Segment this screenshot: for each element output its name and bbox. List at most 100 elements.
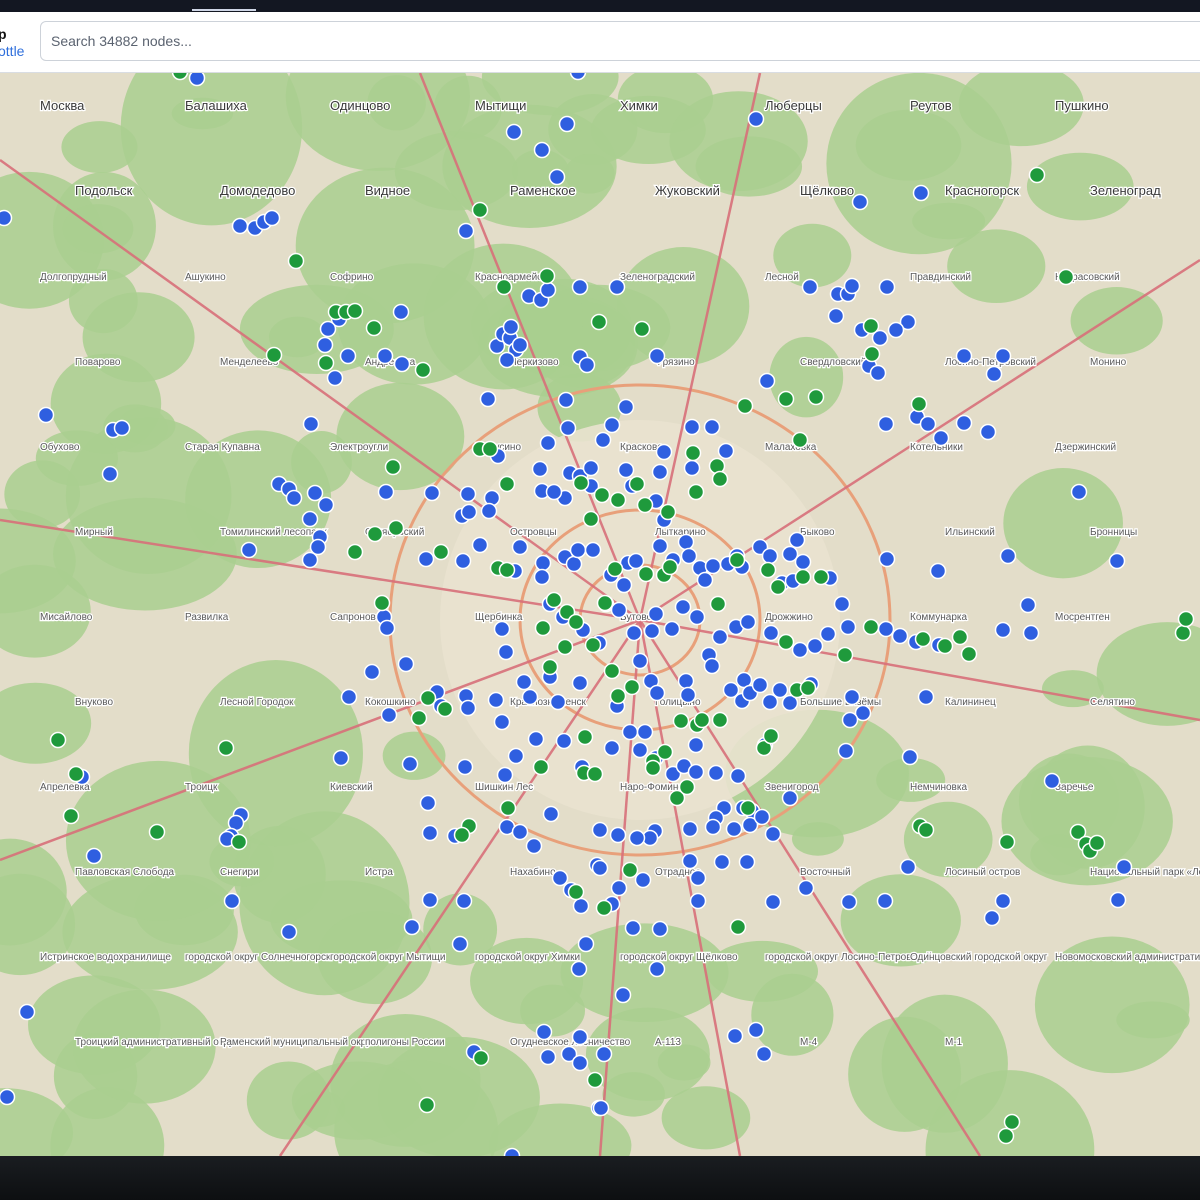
node-marker-blue xyxy=(521,688,539,706)
map-label: А-113 xyxy=(655,1037,681,1048)
node-marker-green xyxy=(572,474,590,492)
node-marker-green xyxy=(836,646,854,664)
node-marker-green xyxy=(1177,610,1195,628)
node-marker-blue xyxy=(571,1028,589,1046)
node-marker-green xyxy=(661,558,679,576)
node-marker-blue xyxy=(648,684,666,702)
node-marker-blue xyxy=(648,347,666,365)
node-marker-green xyxy=(62,807,80,825)
node-marker-blue xyxy=(1019,596,1037,614)
forest-area xyxy=(602,1072,665,1117)
node-marker-green xyxy=(807,388,825,406)
node-marker-green xyxy=(366,525,384,543)
node-marker-blue xyxy=(689,892,707,910)
map-label: Одинцово xyxy=(330,98,390,113)
node-marker-blue xyxy=(1108,552,1126,570)
map-label: Бронницы xyxy=(1090,527,1137,538)
node-marker-green xyxy=(1028,166,1046,184)
forest-area xyxy=(1070,287,1163,355)
brand-name: p xyxy=(0,26,7,42)
forest-area xyxy=(903,801,993,878)
node-marker-green xyxy=(684,444,702,462)
node-marker-green xyxy=(998,833,1016,851)
node-marker-green xyxy=(584,636,602,654)
map-view[interactable]: Москва Балашиха Одинцово Мытищи Химки Люберцы… xyxy=(0,73,1200,1156)
node-marker-blue xyxy=(819,625,837,643)
map-label: Жуковский xyxy=(655,183,720,198)
node-marker-blue xyxy=(711,628,729,646)
node-marker-green xyxy=(1088,834,1106,852)
map-label: Краснознаменск xyxy=(510,697,587,708)
node-marker-green xyxy=(910,395,928,413)
node-marker-green xyxy=(799,679,817,697)
node-marker-blue xyxy=(985,365,1003,383)
node-marker-blue xyxy=(841,711,859,729)
taskbar xyxy=(0,1156,1200,1200)
node-marker-blue xyxy=(827,307,845,325)
node-marker-blue xyxy=(496,766,514,784)
node-marker-green xyxy=(1174,624,1192,642)
node-marker-blue xyxy=(674,598,692,616)
node-marker-blue xyxy=(479,390,497,408)
node-marker-blue xyxy=(571,1054,589,1072)
node-marker-blue xyxy=(421,824,439,842)
node-marker-blue xyxy=(651,537,669,555)
node-marker-blue xyxy=(85,847,103,865)
node-marker-green xyxy=(567,613,585,631)
node-marker-blue xyxy=(101,465,119,483)
map-label: Раменское xyxy=(510,183,576,198)
node-marker-blue xyxy=(223,892,241,910)
node-marker-blue xyxy=(285,489,303,507)
node-marker-blue xyxy=(301,551,319,569)
node-marker-blue xyxy=(801,278,819,296)
node-marker-blue xyxy=(696,571,714,589)
map-label: Ильинский xyxy=(945,527,995,538)
node-marker-blue xyxy=(507,747,525,765)
map-label: М-1 xyxy=(945,1037,963,1048)
map-label: Мытищи xyxy=(475,98,526,113)
node-marker-green xyxy=(709,595,727,613)
node-marker-blue xyxy=(878,278,896,296)
node-marker-blue xyxy=(591,821,609,839)
node-marker-blue xyxy=(480,502,498,520)
node-marker-green xyxy=(499,799,517,817)
node-marker-green xyxy=(596,594,614,612)
map-canvas[interactable]: Москва Балашиха Одинцово Мытищи Химки Люберцы… xyxy=(0,73,1200,1156)
node-marker-green xyxy=(636,496,654,514)
node-marker-blue xyxy=(1022,624,1040,642)
node-marker-blue xyxy=(423,484,441,502)
node-marker-blue xyxy=(421,891,439,909)
app-header: p ottle xyxy=(0,12,1200,73)
map-label: Щёлково xyxy=(800,183,854,198)
node-marker-green xyxy=(317,354,335,372)
node-marker-blue xyxy=(525,837,543,855)
node-marker-green xyxy=(687,483,705,501)
node-marker-green xyxy=(917,821,935,839)
node-marker-blue xyxy=(677,533,695,551)
node-marker-blue xyxy=(505,123,523,141)
node-marker-blue xyxy=(878,550,896,568)
node-marker-green xyxy=(729,918,747,936)
node-marker-blue xyxy=(651,920,669,938)
node-marker-blue xyxy=(571,674,589,692)
node-marker-green xyxy=(609,687,627,705)
node-marker-green xyxy=(711,470,729,488)
node-marker-blue xyxy=(753,808,771,826)
map-label: городской округ Химки xyxy=(475,952,580,963)
node-marker-green xyxy=(586,765,604,783)
map-label: Свердловский xyxy=(800,357,866,368)
map-label: Лесной Городок xyxy=(220,697,294,708)
forest-area xyxy=(520,984,586,1037)
node-marker-blue xyxy=(764,825,782,843)
node-marker-blue xyxy=(455,892,473,910)
search-input[interactable] xyxy=(40,21,1200,61)
node-marker-green xyxy=(67,765,85,783)
node-marker-blue xyxy=(837,742,855,760)
node-marker-green xyxy=(230,833,248,851)
node-marker-blue xyxy=(703,418,721,436)
brand-link[interactable]: ottle xyxy=(0,43,24,59)
node-marker-blue xyxy=(558,115,576,133)
map-label: городской округ Щёлково xyxy=(620,952,738,963)
node-marker-blue xyxy=(738,853,756,871)
node-marker-blue xyxy=(994,621,1012,639)
